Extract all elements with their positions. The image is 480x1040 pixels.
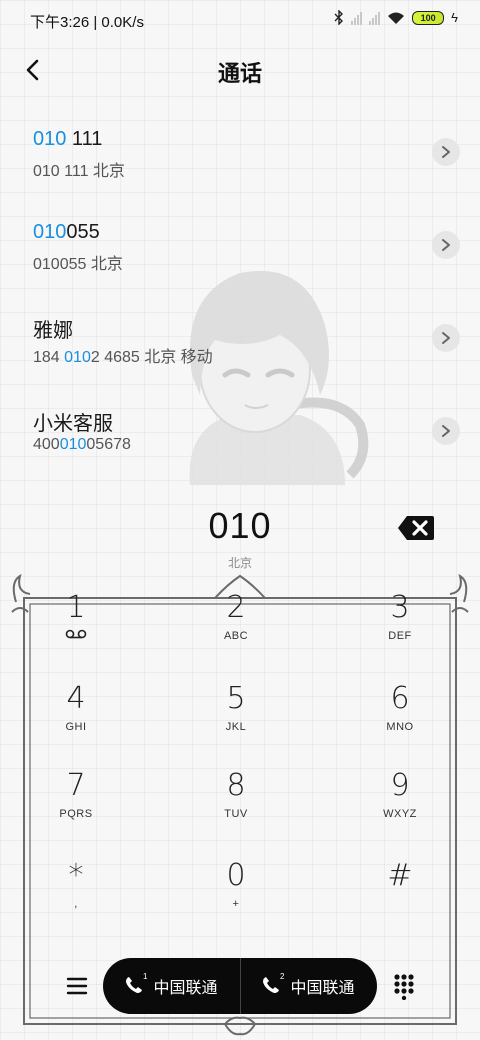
header: 通话 xyxy=(0,48,480,92)
key-letters: WXYZ xyxy=(383,808,417,820)
list-item[interactable]: 雅娜 184 0102 4685 北京 移动 xyxy=(0,298,480,378)
key-digit: 8 xyxy=(226,768,246,803)
number-location: 北京 xyxy=(227,556,252,570)
key-digit: 0 xyxy=(226,858,246,893)
key-2[interactable]: 2 ABC xyxy=(176,590,296,670)
wifi-icon xyxy=(388,12,405,24)
page-title: 通话 xyxy=(217,61,262,86)
key-digit: 9 xyxy=(390,768,410,803)
bottom-bar: 1 中国联通 2 中国联通 xyxy=(0,958,480,1014)
key-4[interactable]: 4 GHI xyxy=(16,681,136,761)
key-0[interactable]: 0 + xyxy=(176,858,296,938)
key-5[interactable]: 5 JKL xyxy=(176,681,296,761)
match-highlight: 010 xyxy=(33,128,67,150)
phone-sim2-icon: 2 xyxy=(262,972,284,996)
call-sim2-button[interactable]: 2 中国联通 xyxy=(240,958,377,1014)
name-text: 055 xyxy=(66,221,100,243)
charging-icon: ϟ xyxy=(451,10,458,25)
detail-text: 2 4685 北京 移动 xyxy=(90,349,213,366)
name-text: 小米客服 xyxy=(33,413,113,435)
key-letters: MNO xyxy=(386,721,414,733)
key-3[interactable]: 3 DEF xyxy=(340,590,460,670)
sim-badge: 1 xyxy=(143,972,148,981)
status-bar: 下午3:26 | 0.0K/s 100 ϟ xyxy=(0,0,480,40)
chevron-right-icon xyxy=(442,239,450,251)
list-item[interactable]: 010 111 010 111 北京 xyxy=(0,112,480,192)
result-detail: 010055 北京 xyxy=(33,250,123,274)
detail-text: 010 111 北京 xyxy=(33,163,125,180)
details-button[interactable] xyxy=(432,138,460,166)
key-7[interactable]: 7 PQRS xyxy=(16,768,136,848)
key-digit: 3 xyxy=(390,590,410,625)
chevron-right-icon xyxy=(442,425,450,437)
name-text: 雅娜 xyxy=(33,320,73,342)
result-detail: 40001005678 xyxy=(33,436,131,454)
dialpad-icon[interactable] xyxy=(390,972,418,1000)
key-digit: 1 xyxy=(66,590,86,625)
key-9[interactable]: 9 WXYZ xyxy=(340,768,460,848)
call-sim1-button[interactable]: 1 中国联通 xyxy=(103,958,240,1014)
key-digit: 5 xyxy=(226,681,246,716)
signal-icon xyxy=(351,11,363,25)
list-item[interactable]: 小米客服 40001005678 xyxy=(0,391,480,471)
sim-badge: 2 xyxy=(280,972,285,981)
key-star[interactable]: * , xyxy=(16,858,136,938)
result-name: 小米客服 xyxy=(33,407,113,436)
key-letters: TUV xyxy=(224,808,248,820)
menu-icon[interactable] xyxy=(62,972,92,1000)
key-digit: 4 xyxy=(66,681,86,716)
chevron-right-icon xyxy=(442,332,450,344)
key-8[interactable]: 8 TUV xyxy=(176,768,296,848)
result-name: 010 111 xyxy=(33,128,102,151)
details-button[interactable] xyxy=(432,324,460,352)
chevron-right-icon xyxy=(442,146,450,158)
result-name: 010055 xyxy=(33,221,100,244)
detail-pre: 184 xyxy=(33,349,65,366)
voicemail-icon xyxy=(65,629,87,639)
key-digit: 7 xyxy=(66,768,86,803)
key-digit: 2 xyxy=(226,590,246,625)
key-letters: , xyxy=(74,898,78,910)
status-time: 下午3:26 | 0.0K/s xyxy=(30,14,144,31)
detail-pre: 400 xyxy=(33,436,60,453)
match-highlight: 010 xyxy=(33,221,67,243)
details-button[interactable] xyxy=(432,231,460,259)
result-name: 雅娜 xyxy=(33,314,73,343)
battery-icon: 100 xyxy=(412,10,445,25)
key-6[interactable]: 6 MNO xyxy=(340,681,460,761)
dial-display: 010 北京 xyxy=(0,505,480,575)
details-button[interactable] xyxy=(432,417,460,445)
key-letters: JKL xyxy=(225,721,247,733)
key-hash[interactable]: # xyxy=(340,858,460,938)
detail-text: 05678 xyxy=(86,436,131,453)
key-letters: GHI xyxy=(65,721,87,733)
key-digit: # xyxy=(387,858,413,893)
sim1-label: 中国联通 xyxy=(153,980,218,997)
key-letters: PQRS xyxy=(59,808,93,820)
key-1[interactable]: 1 xyxy=(16,590,136,670)
call-buttons: 1 中国联通 2 中国联通 xyxy=(103,958,377,1014)
key-letters: + xyxy=(232,898,240,910)
signal-icon xyxy=(369,11,381,25)
status-icons: 100 ϟ xyxy=(334,10,458,25)
detail-text: 010055 北京 xyxy=(33,256,123,273)
bluetooth-icon xyxy=(334,10,344,25)
sim2-label: 中国联通 xyxy=(290,980,355,997)
result-detail: 010 111 北京 xyxy=(33,157,125,181)
match-highlight: 010 xyxy=(59,436,87,453)
phone-sim1-icon: 1 xyxy=(125,972,147,996)
match-highlight: 010 xyxy=(64,349,91,366)
key-letters: DEF xyxy=(388,630,412,642)
result-detail: 184 0102 4685 北京 移动 xyxy=(33,343,213,367)
key-digit: 6 xyxy=(390,681,410,716)
key-digit: * xyxy=(68,858,84,893)
backspace-icon[interactable] xyxy=(397,515,435,541)
list-item[interactable]: 010055 010055 北京 xyxy=(0,205,480,285)
key-letters: ABC xyxy=(223,630,249,642)
name-text: 111 xyxy=(66,128,103,150)
